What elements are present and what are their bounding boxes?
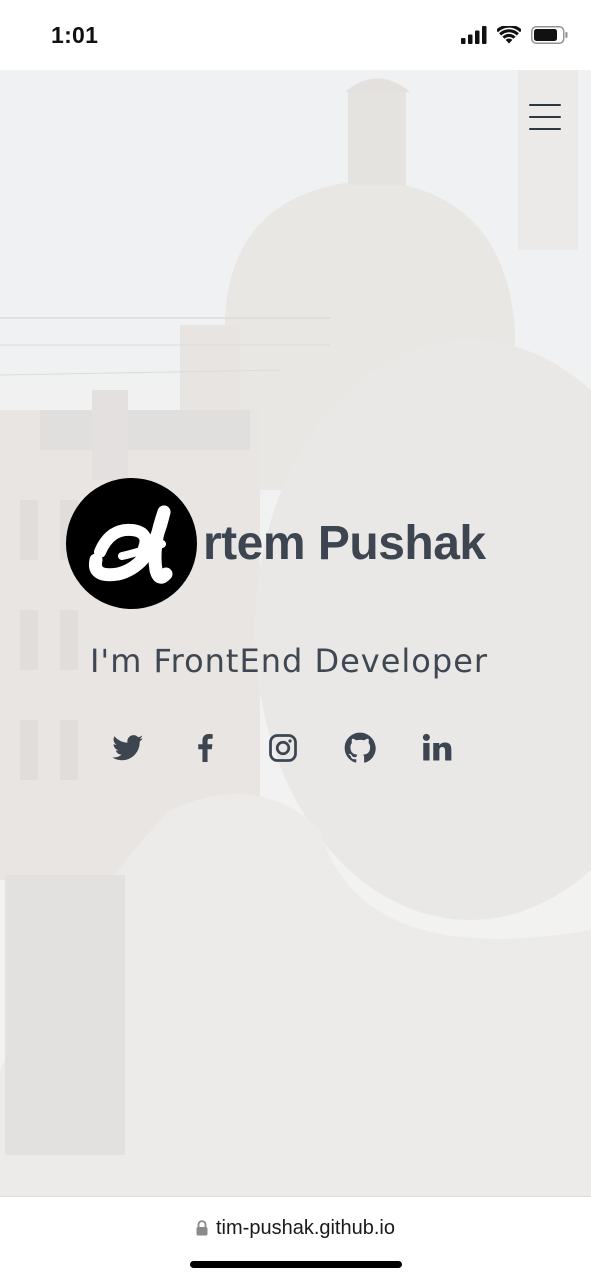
wifi-icon	[497, 26, 521, 44]
hamburger-menu-icon[interactable]	[529, 102, 561, 132]
battery-icon	[531, 26, 568, 44]
logo[interactable]	[66, 478, 197, 609]
url-bar[interactable]: tim-pushak.github.io	[0, 1217, 591, 1240]
brand-name: rtem Pushak	[203, 517, 486, 570]
instagram-icon[interactable]	[265, 730, 301, 766]
home-indicator[interactable]	[190, 1261, 402, 1268]
lock-icon	[196, 1220, 208, 1236]
hero-section: rtem Pushak I'm FrontEnd Developer	[0, 70, 591, 1196]
status-icons	[461, 26, 569, 44]
twitter-icon[interactable]	[110, 730, 146, 766]
status-bar: 1:01	[0, 0, 591, 70]
linkedin-icon[interactable]	[419, 730, 455, 766]
facebook-icon[interactable]	[187, 730, 223, 766]
tagline: I'm FrontEnd Developer	[89, 642, 489, 680]
hero-background-photo	[0, 70, 591, 1196]
logo-letter-a-icon	[89, 505, 173, 584]
status-time: 1:01	[51, 22, 99, 48]
signal-icon	[461, 26, 487, 44]
social-links	[110, 730, 455, 766]
github-icon[interactable]	[342, 730, 378, 766]
brand: rtem Pushak	[66, 478, 486, 609]
browser-bottom-bar: tim-pushak.github.io	[0, 1196, 591, 1281]
url-text: tim-pushak.github.io	[216, 1217, 395, 1239]
